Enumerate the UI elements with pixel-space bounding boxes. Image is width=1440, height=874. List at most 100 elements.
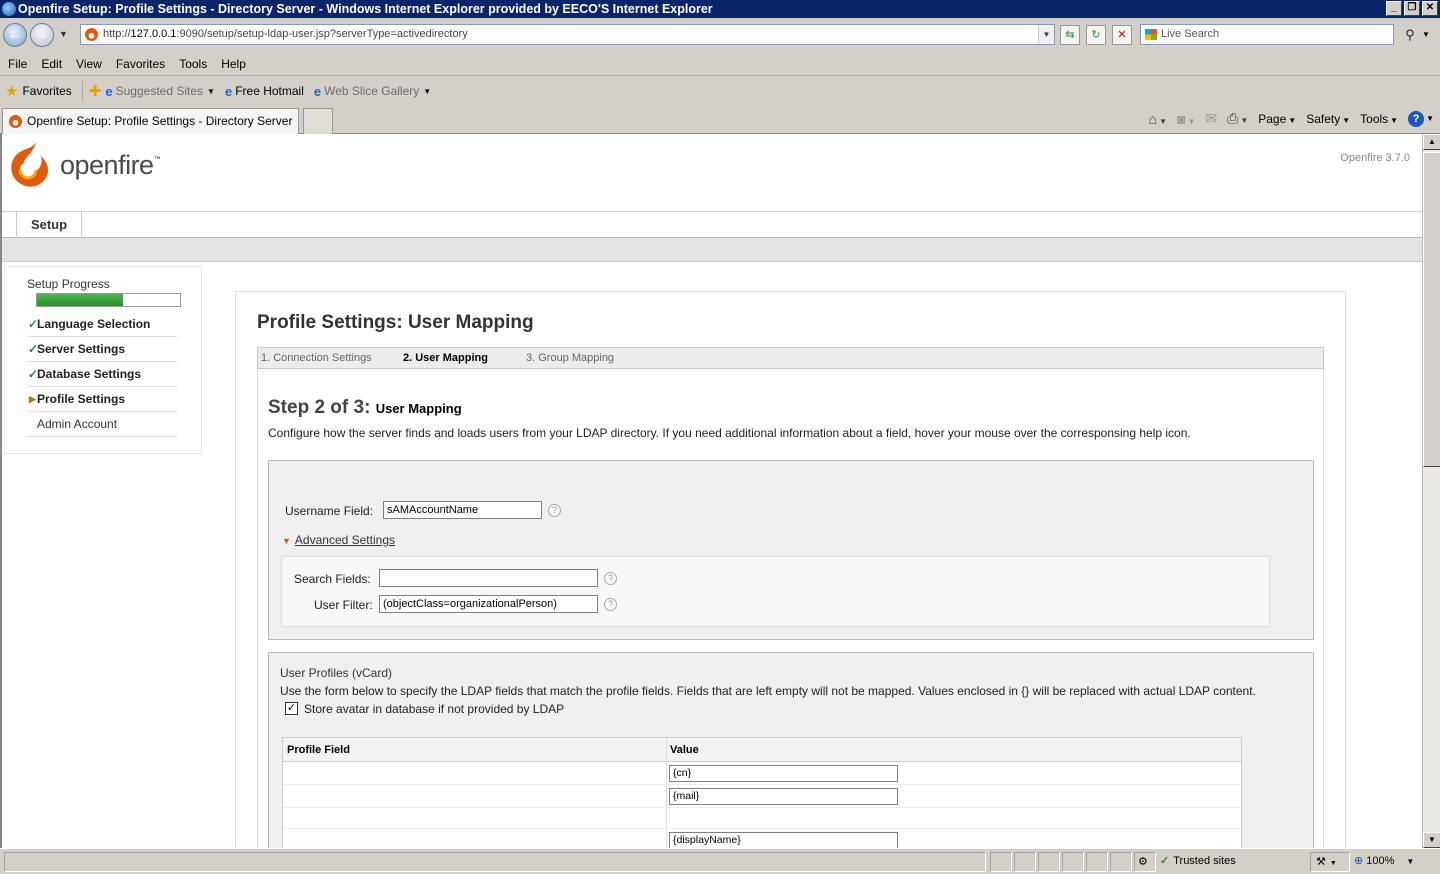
status-cell — [1038, 852, 1060, 872]
search-fields-help-icon[interactable]: ? — [604, 572, 617, 585]
page-menu[interactable]: Page ▼ — [1258, 112, 1296, 126]
column-divider — [666, 785, 667, 807]
zoom-control[interactable]: ⊕ 100% ▼ — [1354, 854, 1414, 867]
menu-view[interactable]: View — [76, 57, 102, 71]
menu-help[interactable]: Help — [221, 57, 246, 71]
sidebar-item-label: Profile Settings — [37, 392, 126, 406]
free-hotmail-link[interactable]: e Free Hotmail — [225, 84, 304, 99]
menu-file[interactable]: File — [8, 57, 27, 71]
logo-text: openfire — [60, 150, 154, 180]
profile-mapping-table: Profile Field Value {cn} {mail} {display… — [282, 737, 1242, 848]
read-mail-icon[interactable]: ✉ — [1205, 110, 1217, 127]
print-icon[interactable]: ⎙ ▼ — [1227, 110, 1248, 127]
search-input[interactable]: Live Search — [1140, 24, 1394, 45]
minimize-button[interactable]: _ — [1386, 1, 1402, 16]
security-zone[interactable]: ✓ Trusted sites — [1160, 854, 1236, 867]
safety-menu[interactable]: Safety ▼ — [1306, 112, 1350, 126]
search-fields-input[interactable] — [379, 569, 598, 587]
search-placeholder: Live Search — [1161, 28, 1220, 40]
tab-setup[interactable]: Setup — [16, 212, 82, 238]
column-divider — [666, 808, 667, 828]
scroll-up-arrow-icon[interactable]: ▲ — [1423, 134, 1440, 150]
page-title: Profile Settings: User Mapping — [257, 312, 534, 333]
address-dropdown-icon[interactable]: ▼ — [1038, 25, 1054, 44]
vcard-value-input[interactable]: {mail} — [669, 788, 898, 805]
step-heading-name: User Mapping — [375, 401, 462, 416]
suggested-sites-link[interactable]: e Suggested Sites ▼ — [105, 84, 215, 99]
sidebar-item-server-settings: ✓ Server Settings — [27, 337, 177, 362]
help-icon: ? — [1408, 110, 1425, 127]
restore-button[interactable]: ❐ — [1404, 1, 1420, 16]
menu-bar: File Edit View Favorites Tools Help — [0, 52, 1440, 76]
user-filter-input[interactable]: (objectClass=organizationalPerson) — [379, 595, 598, 613]
vcard-value-input[interactable]: {displayName} — [669, 832, 898, 848]
status-bar: ⚙ ✓ Trusted sites ⚒ ▼ ⊕ 100% ▼ — [0, 848, 1440, 874]
username-field-input[interactable]: sAMAccountName — [383, 501, 542, 519]
status-cell — [1086, 852, 1108, 872]
column-divider — [666, 829, 667, 848]
feeds-icon[interactable]: ◙ ▼ — [1177, 111, 1195, 127]
recent-pages-dropdown-icon[interactable]: ▼ — [59, 29, 68, 39]
scrollbar-thumb[interactable] — [1423, 152, 1440, 467]
sidebar-item-profile-settings: ▶ Profile Settings — [27, 387, 177, 412]
step-heading-number: Step 2 of 3: — [268, 397, 371, 418]
table-row: {cn} — [283, 762, 1241, 785]
menu-favorites[interactable]: Favorites — [116, 57, 165, 71]
suggested-sites-label: Suggested Sites — [115, 84, 204, 98]
sidebar-item-label: Server Settings — [37, 342, 126, 356]
free-hotmail-label: Free Hotmail — [235, 84, 304, 98]
address-path: :9090/setup/setup-ldap-user.jsp?serverTy… — [176, 28, 468, 40]
openfire-favicon-icon — [9, 115, 22, 128]
refresh-icon[interactable]: ↻ — [1086, 25, 1106, 45]
openfire-favicon-icon — [85, 28, 98, 41]
web-slice-gallery-link[interactable]: e Web Slice Gallery ▼ — [314, 84, 431, 99]
table-row: {mail} — [283, 785, 1241, 808]
col-profile-field: Profile Field — [287, 744, 350, 756]
advanced-settings-label: Advanced Settings — [294, 533, 395, 547]
browser-tab-active[interactable]: Openfire Setup: Profile Settings - Direc… — [2, 108, 299, 134]
store-avatar-checkbox[interactable]: ✓ — [285, 702, 298, 715]
menu-tools[interactable]: Tools — [179, 57, 207, 71]
checkmark-icon: ✓ — [28, 342, 39, 356]
sidebar-item-language-selection: ✓ Language Selection — [27, 312, 177, 337]
status-cell — [990, 852, 1012, 872]
compatibility-view-icon[interactable]: ⇆ — [1060, 25, 1080, 45]
address-bar[interactable]: http://127.0.0.1:9090/setup/setup-ldap-u… — [80, 24, 1055, 45]
openfire-wordmark: openfire™ — [60, 150, 161, 181]
tools-menu[interactable]: Tools ▼ — [1360, 112, 1398, 126]
stop-icon[interactable]: ✕ — [1112, 25, 1132, 45]
zoom-level: 100% — [1366, 855, 1395, 867]
search-go-icon[interactable]: ⚲ — [1398, 24, 1422, 45]
home-icon[interactable]: ⌂ ▼ — [1149, 111, 1167, 127]
checkmark-icon: ✓ — [28, 367, 39, 381]
sidebar-item-admin-account: Admin Account — [27, 412, 177, 437]
favorites-button[interactable]: ★ Favorites — [5, 82, 72, 100]
popup-blocker-cell[interactable]: ⚒ ▼ — [1310, 852, 1350, 872]
store-avatar-label: Store avatar in database if not provided… — [304, 702, 565, 716]
openfire-tab-bar: Setup — [2, 212, 1424, 238]
vertical-scrollbar[interactable]: ▲ ▼ — [1422, 134, 1440, 848]
advanced-settings-toggle[interactable]: ▼ Advanced Settings — [282, 533, 395, 547]
add-to-favorites-bar-icon[interactable]: ✚ — [89, 82, 102, 100]
openfire-header: openfire™ Openfire 3.7.0 — [2, 134, 1424, 212]
step-navigation-bar: 1. Connection Settings 2. User Mapping 3… — [257, 347, 1324, 369]
username-help-icon[interactable]: ? — [548, 504, 561, 517]
search-options-dropdown-icon[interactable]: ▼ — [1422, 30, 1430, 39]
forward-button[interactable]: → — [30, 23, 54, 47]
menu-edit[interactable]: Edit — [41, 57, 62, 71]
step-connection-settings: 1. Connection Settings — [261, 352, 372, 364]
step-user-mapping: 2. User Mapping — [403, 352, 488, 364]
openfire-version: Openfire 3.7.0 — [1340, 152, 1410, 164]
new-tab-button[interactable] — [303, 108, 333, 134]
scroll-down-arrow-icon[interactable]: ▼ — [1423, 832, 1440, 848]
chevron-down-icon: ▼ — [207, 86, 215, 96]
back-button[interactable]: ← — [3, 23, 27, 47]
user-filter-help-icon[interactable]: ? — [604, 598, 617, 611]
step-group-mapping: 3. Group Mapping — [526, 352, 615, 364]
close-button[interactable]: ✕ — [1422, 1, 1438, 16]
current-step-arrow-icon: ▶ — [29, 394, 36, 404]
help-menu[interactable]: ? ▼ — [1408, 110, 1434, 127]
vcard-value-input[interactable]: {cn} — [669, 765, 898, 782]
navigation-bar: ← → ▼ http://127.0.0.1:9090/setup/setup-… — [0, 18, 1440, 52]
window-controls: _ ❐ ✕ — [1386, 1, 1438, 16]
